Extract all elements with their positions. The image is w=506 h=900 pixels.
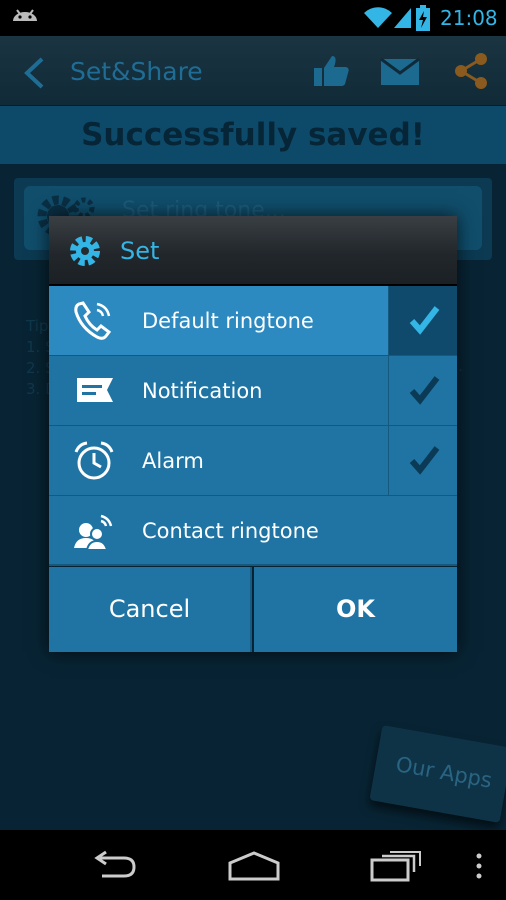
dialog-title: Set: [120, 237, 160, 265]
signal-icon: [394, 8, 411, 28]
checkmark-icon: [409, 306, 440, 335]
action-bar: Set&Share: [0, 36, 506, 106]
share-icon[interactable]: [452, 52, 490, 90]
notification-icon: [77, 378, 113, 402]
app-title: Set&Share: [70, 57, 203, 86]
option-checkbox[interactable]: [388, 426, 457, 495]
alarm-clock-icon: [74, 441, 114, 480]
nav-home-icon[interactable]: [226, 850, 282, 882]
phone-icon: [74, 301, 112, 340]
set-dialog: Set Default ringtone Notification Alarm …: [49, 216, 457, 652]
cancel-button[interactable]: Cancel: [49, 567, 252, 652]
saved-banner-text: Successfully saved!: [81, 117, 425, 153]
option-label: Default ringtone: [142, 309, 314, 333]
option-alarm[interactable]: Alarm: [49, 426, 457, 496]
our-apps-button[interactable]: Our Apps: [369, 725, 506, 823]
back-arrow-icon[interactable]: [22, 56, 46, 90]
option-label: Contact ringtone: [142, 519, 319, 543]
option-checkbox[interactable]: [388, 286, 457, 355]
checkmark-icon: [409, 376, 440, 405]
wifi-icon: [364, 7, 392, 28]
nav-recent-apps-icon[interactable]: [370, 850, 422, 882]
option-notification[interactable]: Notification: [49, 356, 457, 426]
thumbs-up-icon[interactable]: [312, 54, 350, 88]
overflow-menu-icon[interactable]: [474, 850, 484, 882]
settings-gear-icon: [70, 236, 100, 266]
android-notification-icon: [13, 9, 37, 30]
option-checkbox[interactable]: [388, 356, 457, 425]
status-bar: 21:08: [0, 0, 506, 36]
ok-button[interactable]: OK: [254, 567, 457, 652]
dialog-options: Default ringtone Notification Alarm Cont…: [49, 286, 457, 566]
nav-back-icon[interactable]: [88, 850, 138, 882]
option-label: Alarm: [142, 449, 204, 473]
navigation-bar: [0, 830, 506, 900]
mail-icon[interactable]: [380, 58, 420, 86]
saved-banner: Successfully saved!: [0, 106, 506, 164]
option-label: Notification: [142, 379, 263, 403]
option-default-ringtone[interactable]: Default ringtone: [49, 286, 457, 356]
dialog-header: Set: [49, 216, 457, 286]
contacts-icon: [74, 514, 113, 551]
our-apps-label: Our Apps: [393, 752, 494, 793]
option-contact-ringtone[interactable]: Contact ringtone: [49, 496, 457, 566]
status-time: 21:08: [440, 6, 498, 30]
battery-charging-icon: [416, 5, 430, 31]
dialog-buttons: Cancel OK: [49, 567, 457, 652]
checkmark-icon: [409, 446, 440, 475]
